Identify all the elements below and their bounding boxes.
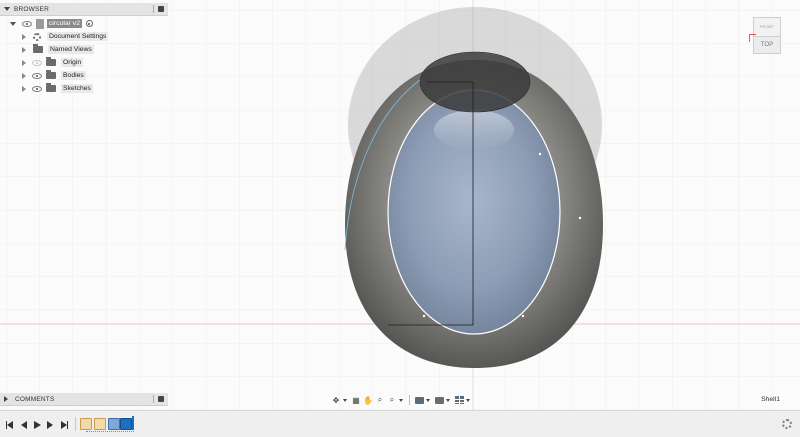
- document-icon: [36, 18, 44, 29]
- step-back-icon[interactable]: [21, 421, 27, 429]
- view-cube-front-face[interactable]: FRONT: [753, 17, 781, 37]
- tree-item-label: Document Settings: [47, 32, 109, 41]
- comments-title: COMMENTS: [15, 395, 55, 403]
- visibility-eye-icon[interactable]: [32, 85, 42, 92]
- document-name[interactable]: circular v2: [47, 19, 82, 28]
- 3d-viewport[interactable]: BROWSER circular v2 Document Settings Na…: [0, 0, 800, 410]
- expand-arrow-icon[interactable]: [10, 21, 16, 26]
- view-cube-top-face[interactable]: TOP: [753, 36, 781, 54]
- tree-item-bodies[interactable]: Bodies: [22, 69, 86, 82]
- folder-icon: [46, 83, 56, 92]
- orbit-icon[interactable]: ✥: [331, 395, 341, 405]
- dropdown-arrow-icon[interactable]: [399, 398, 403, 402]
- expand-arrow-icon[interactable]: [22, 33, 26, 40]
- tree-item-label: Bodies: [61, 71, 86, 80]
- zoom-icon[interactable]: ⌕: [375, 395, 385, 405]
- divider: [75, 417, 76, 431]
- browser-title: BROWSER: [14, 5, 49, 13]
- timeline-bar: [0, 410, 800, 437]
- y-axis-indicator: [749, 34, 750, 42]
- go-to-end-icon[interactable]: [61, 421, 68, 429]
- display-settings-icon[interactable]: [414, 395, 424, 405]
- x-axis-indicator: [749, 34, 756, 35]
- pan-hand-icon[interactable]: ✋: [363, 395, 373, 405]
- tree-item-document-settings[interactable]: Document Settings: [22, 30, 109, 43]
- step-forward-icon[interactable]: [47, 421, 53, 429]
- view-cube[interactable]: FRONT TOP: [748, 15, 784, 55]
- look-at-icon[interactable]: ▦: [351, 395, 361, 405]
- visibility-eye-icon[interactable]: [32, 59, 42, 66]
- expand-arrow-icon[interactable]: [22, 85, 26, 92]
- pin-icon[interactable]: [158, 396, 164, 402]
- tree-item-named-views[interactable]: Named Views: [22, 43, 94, 56]
- play-icon[interactable]: [34, 421, 41, 429]
- divider: [409, 395, 410, 405]
- dropdown-arrow-icon[interactable]: [426, 398, 430, 402]
- sketch-feature-icon[interactable]: [94, 418, 106, 430]
- expand-arrow-icon[interactable]: [22, 46, 26, 53]
- visual-style-icon[interactable]: [434, 395, 444, 405]
- timeline-track: [86, 431, 134, 432]
- grid-settings-icon[interactable]: [454, 395, 464, 405]
- expand-arrow-icon[interactable]: [4, 396, 11, 402]
- sketch-feature-icon[interactable]: [80, 418, 92, 430]
- shell-feature-icon[interactable]: [120, 418, 132, 430]
- folder-icon: [33, 44, 43, 53]
- gear-icon: [33, 32, 41, 41]
- tree-item-label: Named Views: [48, 45, 94, 54]
- browser-panel: BROWSER circular v2 Document Settings Na…: [0, 3, 168, 103]
- tree-item-label: Origin: [61, 58, 84, 67]
- tree-item-sketches[interactable]: Sketches: [22, 82, 93, 95]
- browser-header[interactable]: BROWSER: [0, 3, 168, 16]
- revolve-feature-icon[interactable]: [108, 418, 120, 430]
- expand-arrow-icon[interactable]: [22, 72, 26, 79]
- folder-icon: [46, 57, 56, 66]
- folder-icon: [46, 70, 56, 79]
- timeline-marker[interactable]: [132, 416, 134, 430]
- divider: [153, 5, 154, 13]
- dropdown-arrow-icon[interactable]: [343, 398, 347, 402]
- fit-zoom-icon[interactable]: ⌕: [387, 395, 397, 405]
- collapse-arrow-icon[interactable]: [4, 7, 10, 11]
- comments-panel[interactable]: COMMENTS: [0, 393, 168, 406]
- active-feature-label: Shell1: [761, 396, 780, 403]
- dropdown-arrow-icon[interactable]: [446, 398, 450, 402]
- visibility-eye-icon[interactable]: [32, 72, 42, 79]
- expand-arrow-icon[interactable]: [22, 59, 26, 66]
- visibility-eye-icon[interactable]: [22, 20, 32, 27]
- activate-radio-icon[interactable]: [85, 20, 93, 27]
- navigation-toolbar: ✥ ▦ ✋ ⌕ ⌕: [331, 393, 472, 407]
- pin-icon[interactable]: [158, 6, 164, 12]
- tree-root[interactable]: circular v2: [10, 17, 93, 30]
- divider: [153, 395, 154, 403]
- dropdown-arrow-icon[interactable]: [466, 398, 470, 402]
- comments-header[interactable]: COMMENTS: [0, 393, 168, 406]
- tree-item-label: Sketches: [61, 84, 93, 93]
- go-to-start-icon[interactable]: [6, 421, 13, 429]
- tree-item-origin[interactable]: Origin: [22, 56, 84, 69]
- timeline-settings-gear-icon[interactable]: [782, 419, 792, 429]
